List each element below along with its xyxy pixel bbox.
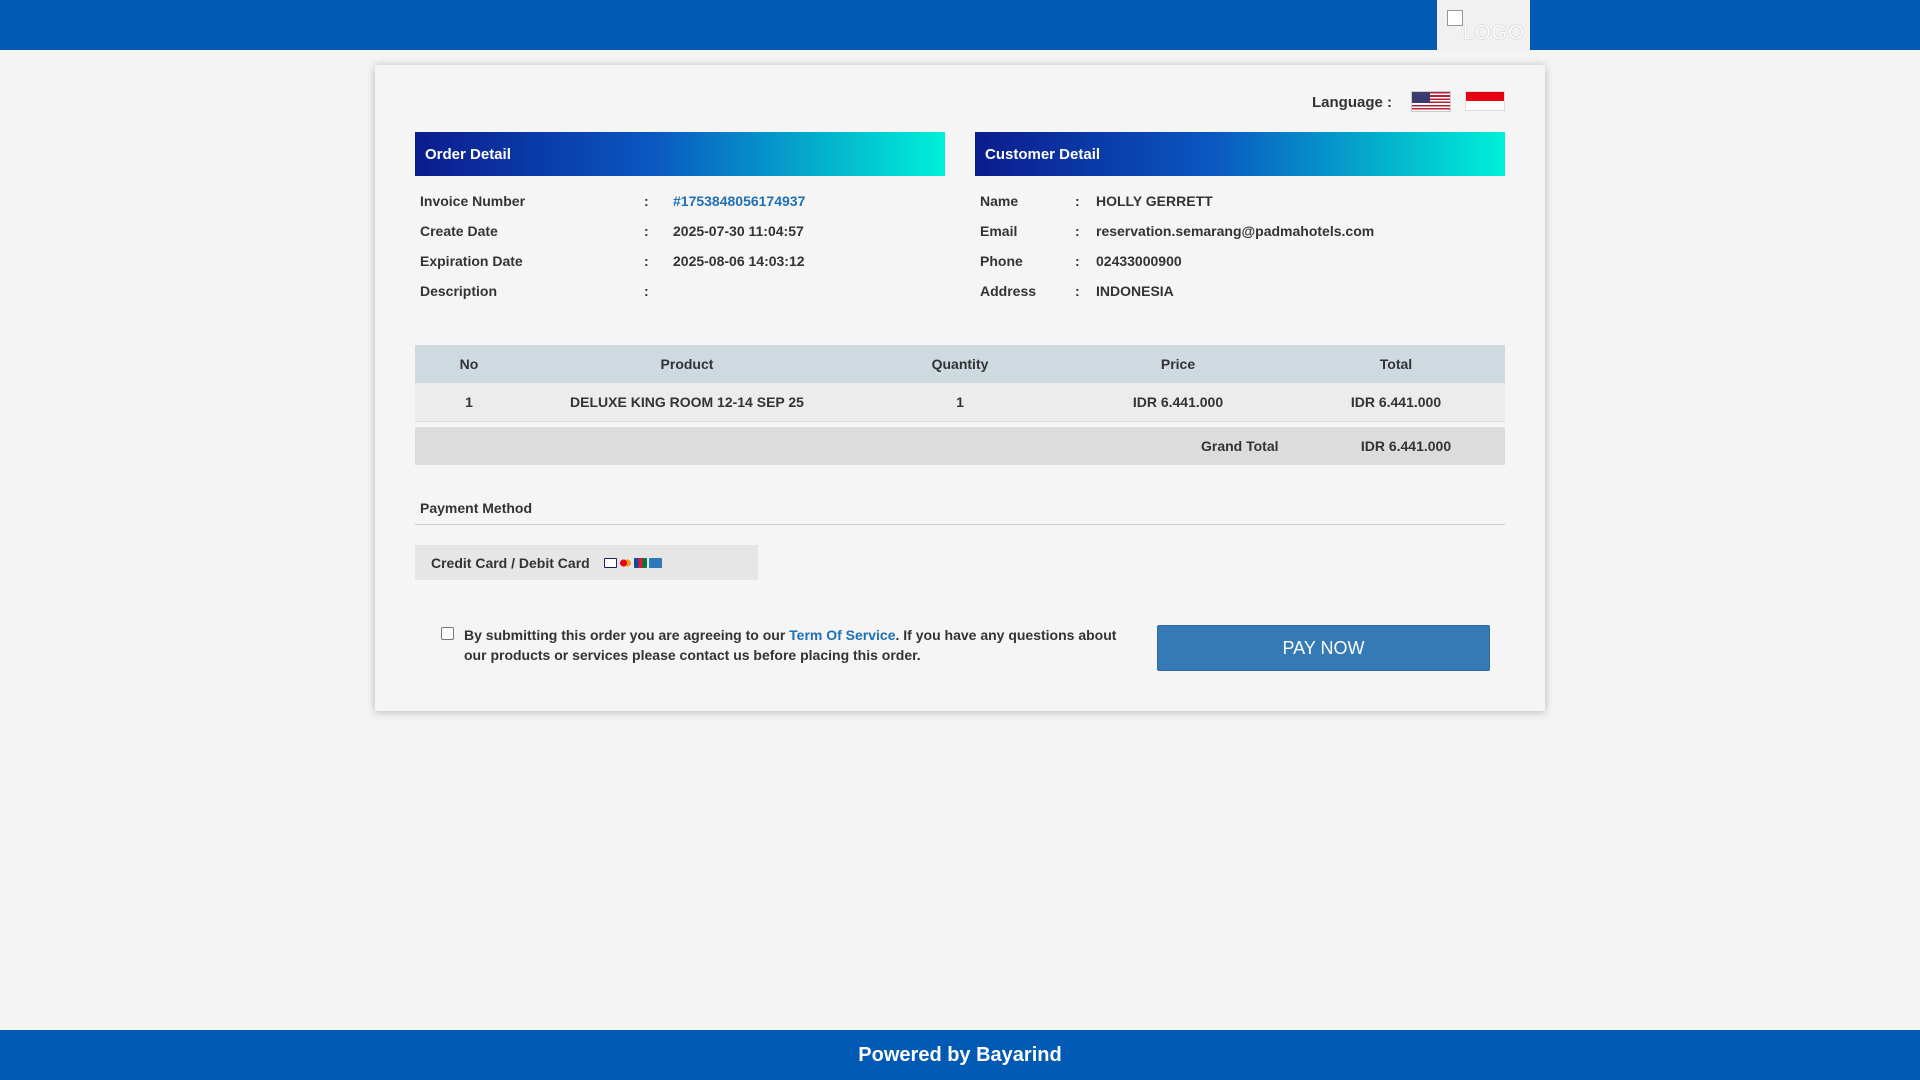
customer-detail-header: Customer Detail <box>975 132 1505 176</box>
order-detail-row: Create Date : 2025-07-30 11:04:57 <box>420 223 804 239</box>
customer-detail-row: Address : INDONESIA <box>980 283 1174 299</box>
grand-total-label: Grand Total <box>1201 438 1279 454</box>
jcb-icon <box>633 557 647 568</box>
us-flag-icon[interactable] <box>1411 91 1451 112</box>
expiration-date-label: Expiration Date <box>420 253 523 269</box>
table-header-row: No Product Quantity Price Total <box>415 345 1505 383</box>
expiration-date-value: 2025-08-06 14:03:12 <box>673 253 805 269</box>
create-date-label: Create Date <box>420 223 498 239</box>
cell-product: DELUXE KING ROOM 12-14 SEP 25 <box>523 383 851 422</box>
mastercard-icon <box>618 557 632 568</box>
terms-checkbox[interactable] <box>441 627 454 640</box>
logo-alt-text: LOGO <box>1463 22 1525 44</box>
id-flag-icon[interactable] <box>1465 91 1505 111</box>
payment-method-title: Payment Method <box>420 500 533 516</box>
order-detail-row: Invoice Number : #1753848056174937 <box>420 193 806 209</box>
card-logos <box>603 557 662 568</box>
invoice-number-value[interactable]: #1753848056174937 <box>673 193 805 209</box>
logo[interactable]: LOGO <box>1437 0 1530 50</box>
order-detail-row: Description : <box>420 283 649 299</box>
name-label: Name <box>980 193 1019 209</box>
broken-image-icon <box>1447 10 1463 26</box>
cell-quantity: 1 <box>851 383 1069 422</box>
email-value: reservation.semarang@padmahotels.com <box>1096 223 1375 239</box>
terms-text: By submitting this order you are agreein… <box>464 625 1124 665</box>
visa-icon <box>603 557 617 568</box>
name-value: HOLLY GERRETT <box>1096 193 1213 209</box>
cell-no: 1 <box>415 383 523 422</box>
cell-price: IDR 6.441.000 <box>1069 383 1287 422</box>
create-date-value: 2025-07-30 11:04:57 <box>673 223 804 239</box>
customer-detail-row: Phone : 02433000900 <box>980 253 1182 269</box>
phone-label: Phone <box>980 253 1023 269</box>
order-detail-header: Order Detail <box>415 132 945 176</box>
pay-now-button[interactable]: PAY NOW <box>1157 625 1490 671</box>
address-label: Address <box>980 283 1037 299</box>
cell-total: IDR 6.441.000 <box>1287 383 1505 422</box>
column-header-total: Total <box>1287 345 1505 383</box>
credit-card-option-label: Credit Card / Debit Card <box>431 554 590 571</box>
terms-prefix: By submitting this order you are agreein… <box>464 627 790 643</box>
phone-value: 02433000900 <box>1096 253 1182 269</box>
email-label: Email <box>980 223 1018 239</box>
invoice-number-label: Invoice Number <box>420 193 526 209</box>
divider <box>415 524 1505 525</box>
order-items-table: No Product Quantity Price Total 1 DELUXE… <box>415 345 1505 422</box>
description-label: Description <box>420 283 498 299</box>
order-detail-row: Expiration Date : 2025-08-06 14:03:12 <box>420 253 805 269</box>
footer-powered-by: Powered by Bayarind <box>0 1030 1920 1080</box>
grand-total-row: Grand Total IDR 6.441.000 <box>415 427 1505 465</box>
customer-detail-row: Name : HOLLY GERRETT <box>980 193 1213 209</box>
column-header-no: No <box>415 345 523 383</box>
top-bar: LOGO <box>0 0 1920 50</box>
term-of-service-link[interactable]: Term Of Service <box>789 627 895 643</box>
column-header-price: Price <box>1069 345 1287 383</box>
table-row: 1 DELUXE KING ROOM 12-14 SEP 25 1 IDR 6.… <box>415 383 1505 422</box>
amex-icon <box>648 557 662 568</box>
column-header-quantity: Quantity <box>851 345 1069 383</box>
address-value: INDONESIA <box>1096 283 1174 299</box>
language-label: Language : <box>1312 93 1393 111</box>
customer-detail-row: Email : reservation.semarang@padmahotels… <box>980 223 1375 239</box>
credit-card-option[interactable]: Credit Card / Debit Card <box>415 545 758 580</box>
grand-total-value: IDR 6.441.000 <box>1360 438 1452 454</box>
column-header-product: Product <box>523 345 851 383</box>
